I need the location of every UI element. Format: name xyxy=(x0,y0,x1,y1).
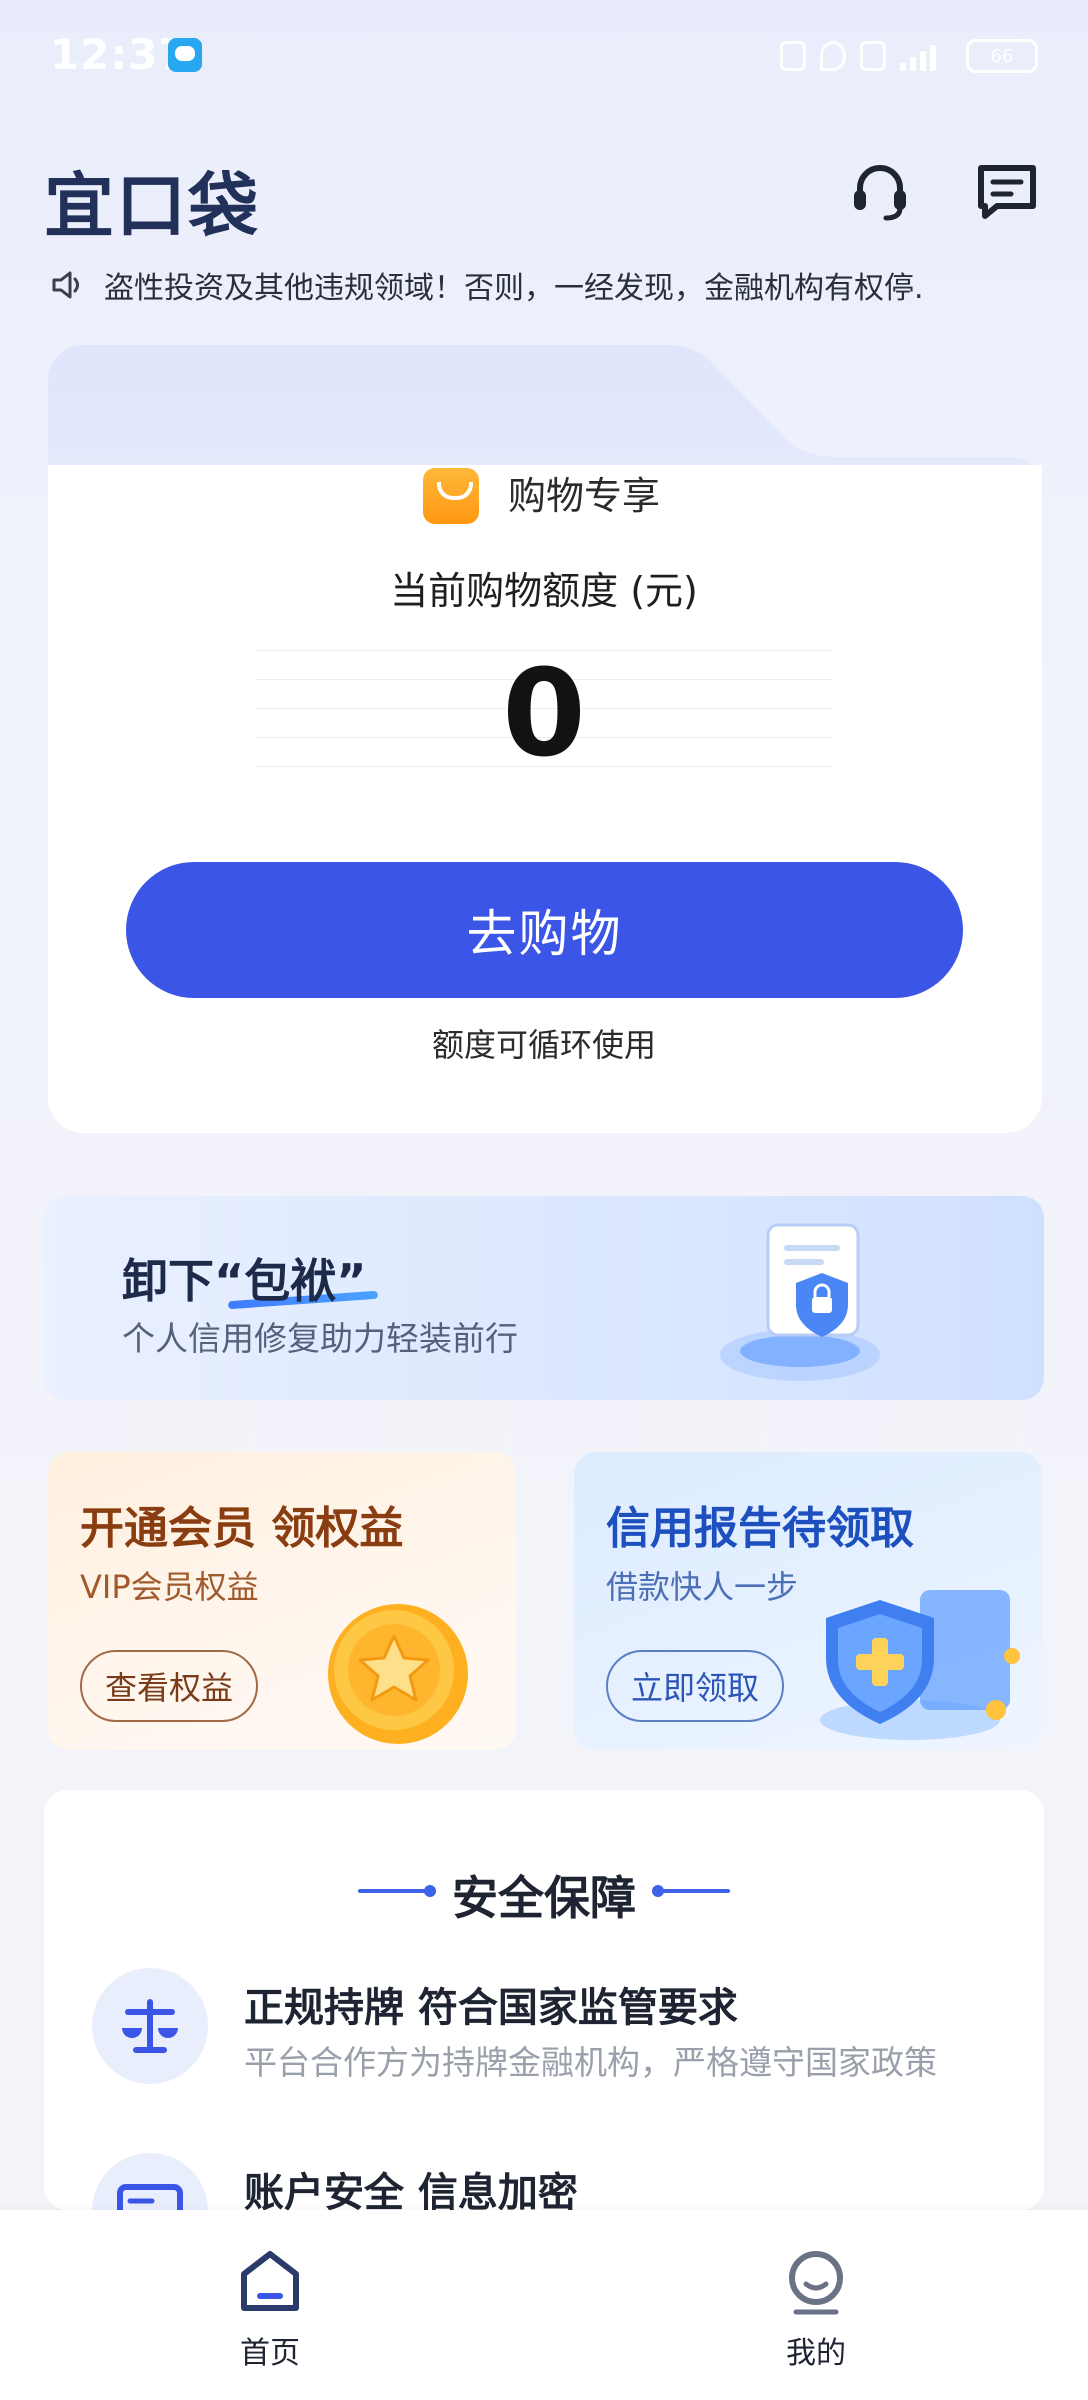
vip-subtitle: VIP会员权益 xyxy=(80,1568,259,1606)
claim-now-button[interactable]: 立即领取 xyxy=(606,1650,784,1722)
speaker-icon xyxy=(52,271,79,299)
message-icon[interactable] xyxy=(975,162,1039,222)
profile-icon xyxy=(789,2251,843,2315)
app-logo: 宜口袋 xyxy=(44,165,260,247)
credit-title: 信用报告待领取 xyxy=(606,1503,914,1554)
nav-home-label: 首页 xyxy=(240,2336,300,2371)
view-benefits-button[interactable]: 查看权益 xyxy=(80,1650,258,1722)
title-decoration-right xyxy=(652,1885,730,1897)
feature-licensed-subtitle: 平台合作方为持牌金融机构，严格遵守国家政策 xyxy=(244,2043,937,2082)
star-coin-icon xyxy=(328,1604,468,1744)
credit-subtitle: 借款快人一步 xyxy=(606,1568,799,1606)
banner-title: 卸下“包袱” xyxy=(122,1254,367,1308)
scale-icon xyxy=(92,1968,208,2084)
notice-marquee[interactable]: 盗性投资及其他违规领域！否则，一经发现，金融机构有权停. xyxy=(50,262,1040,308)
battery-icon: 66 xyxy=(966,39,1038,73)
vip-title: 开通会员 领权益 xyxy=(80,1503,404,1554)
go-shopping-button[interactable]: 去购物 xyxy=(126,862,963,998)
nav-me[interactable]: 我的 xyxy=(766,2240,866,2371)
status-indicators: 66 xyxy=(780,36,1038,76)
shopping-bag-icon xyxy=(423,468,479,524)
quota-value: 0 xyxy=(502,645,586,784)
nfc-icon xyxy=(780,41,806,71)
nav-home[interactable]: 首页 xyxy=(220,2240,320,2371)
message-notification-icon xyxy=(168,38,202,72)
shopping-badge-label: 购物专享 xyxy=(508,474,661,518)
bottom-nav xyxy=(0,2210,1088,2400)
nav-me-label: 我的 xyxy=(786,2336,846,2371)
credit-shield-icon xyxy=(820,1590,1020,1740)
quota-note: 额度可循环使用 xyxy=(431,1026,656,1064)
home-icon xyxy=(241,2251,299,2311)
vibrate-icon xyxy=(860,41,886,71)
signal-icon xyxy=(900,41,952,71)
document-shield-icon xyxy=(720,1223,880,1381)
location-icon xyxy=(820,41,846,71)
notice-text: 盗性投资及其他违规领域！否则，一经发现，金融机构有权停. xyxy=(104,271,924,306)
banner-subtitle: 个人信用修复助力轻装前行 xyxy=(122,1319,518,1358)
quota-label: 当前购物额度 (元) xyxy=(390,569,698,613)
battery-level: 66 xyxy=(990,45,1014,67)
customer-service-icon[interactable] xyxy=(848,160,912,224)
safety-title: 安全保障 xyxy=(452,1871,636,1925)
feature-licensed-title: 正规持牌 符合国家监管要求 xyxy=(244,1985,738,2031)
